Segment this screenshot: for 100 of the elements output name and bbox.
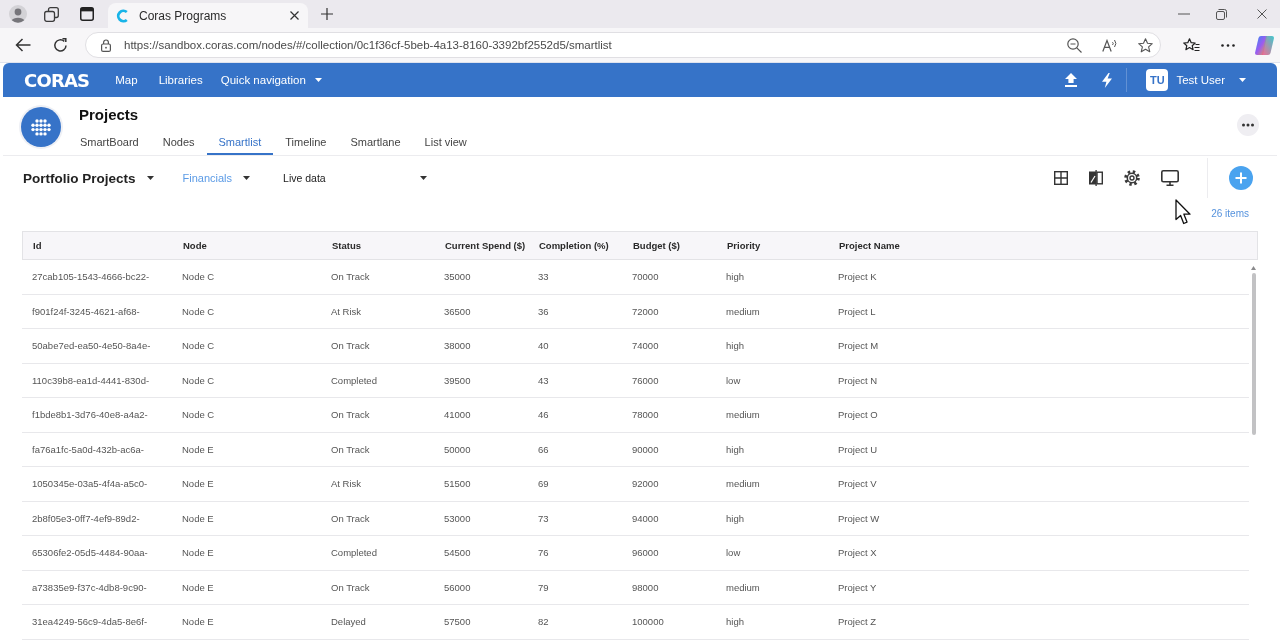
monitor-icon[interactable] — [1161, 170, 1179, 186]
table-cell: high — [726, 443, 744, 455]
table-cell: 94000 — [632, 512, 659, 524]
column-header[interactable]: Current Spend ($) — [445, 240, 526, 251]
table-cell: Project U — [838, 443, 878, 455]
upload-icon[interactable] — [1065, 73, 1078, 87]
table-cell: Project K — [838, 271, 877, 283]
table-cell: 33 — [538, 271, 549, 283]
column-header[interactable]: Budget ($) — [633, 240, 680, 251]
scrollbar-thumb[interactable] — [1252, 273, 1256, 435]
table-cell: On Track — [331, 409, 370, 421]
view-tab[interactable]: Nodes — [150, 131, 207, 155]
column-header[interactable]: Node — [183, 240, 207, 251]
table-cell: 82 — [538, 616, 549, 628]
table-cell: On Track — [331, 581, 370, 593]
table-cell: Project W — [838, 512, 880, 524]
star-list-icon[interactable] — [1183, 37, 1200, 53]
person-silhouette-icon[interactable] — [9, 5, 27, 23]
view-tab[interactable]: Timeline — [273, 131, 339, 155]
table-cell: Node C — [182, 271, 215, 283]
favicon-icon — [116, 8, 128, 23]
table-cell: high — [726, 340, 744, 352]
nav-link[interactable]: Libraries — [158, 74, 203, 86]
table-cell: 76 — [538, 547, 549, 559]
table-cell: Project O — [838, 409, 878, 421]
item-count: 26 items — [1211, 208, 1249, 219]
table-cell: 1050345e-03a5-4f4a-a5c0- — [32, 478, 148, 490]
lock-icon — [101, 38, 111, 52]
nav-link[interactable]: Map — [115, 74, 138, 86]
table-cell: Completed — [331, 547, 377, 559]
table-cell: 79 — [538, 581, 549, 593]
user-avatar[interactable]: TU — [1146, 69, 1169, 91]
table-cell: Node C — [182, 409, 215, 421]
column-header[interactable]: Completion (%) — [539, 240, 609, 251]
data-source-dropdown[interactable]: Live data — [283, 172, 428, 184]
window-panel-icon[interactable] — [80, 7, 94, 21]
browser-tab[interactable]: Coras Programs — [108, 3, 308, 28]
table-cell: Node E — [182, 547, 214, 559]
view-tab[interactable]: List view — [412, 131, 479, 155]
multicolor-logo-icon[interactable] — [1255, 35, 1274, 55]
table-cell: 35000 — [444, 271, 471, 283]
column-header[interactable]: Status — [332, 240, 362, 251]
scroll-up-icon[interactable] — [1251, 266, 1256, 270]
settings-icon[interactable] — [1124, 170, 1140, 186]
close-icon[interactable] — [290, 11, 299, 20]
table-cell: 90000 — [632, 443, 659, 455]
view-tab[interactable]: Smartlist — [206, 131, 274, 155]
table-cell: On Track — [331, 512, 370, 524]
table-cell: 70000 — [632, 271, 659, 283]
view-tab[interactable]: Smartlane — [338, 131, 413, 155]
table-cell: high — [726, 616, 744, 628]
caret-icon[interactable] — [420, 176, 428, 180]
page-title: Projects — [79, 105, 139, 125]
table-cell: 66 — [538, 443, 549, 455]
table-cell: high — [726, 271, 744, 283]
add-icon[interactable] — [1229, 166, 1253, 190]
stacked-squares-icon[interactable] — [44, 6, 59, 22]
column-header[interactable]: Priority — [727, 240, 761, 251]
table-cell: Project L — [838, 305, 876, 317]
column-header[interactable]: Id — [33, 240, 42, 251]
caret-icon[interactable] — [146, 176, 154, 180]
more-icon[interactable] — [1237, 114, 1259, 136]
view-tab[interactable]: SmartBoard — [68, 131, 151, 155]
table-cell: 53000 — [444, 512, 471, 524]
table-cell: f901f24f-3245-4621-af68- — [32, 305, 140, 317]
more-icon[interactable] — [1221, 43, 1235, 47]
refresh-icon[interactable] — [53, 37, 68, 53]
table-cell: 96000 — [632, 547, 659, 559]
view-dropdown[interactable]: Portfolio Projects — [23, 170, 154, 186]
table-cell: 43 — [538, 374, 549, 386]
close-icon[interactable] — [1257, 9, 1267, 19]
zoom-out-icon[interactable] — [1067, 37, 1082, 53]
table-cell: medium — [726, 581, 760, 593]
table-cell: 40 — [538, 340, 549, 352]
grid-icon[interactable] — [1054, 171, 1068, 185]
table-cell: high — [726, 512, 744, 524]
app-logo[interactable]: CORAS — [24, 69, 90, 91]
table-cell: 98000 — [632, 581, 659, 593]
star-icon[interactable] — [1138, 37, 1153, 53]
address-field[interactable]: https://sandbox.coras.com/nodes/#/collection/0c1f36cf-5beb-4a13-8160-3392bf2552d5/smartlist — [85, 32, 1161, 58]
table-cell: Project N — [838, 374, 878, 386]
column-header[interactable]: Project Name — [839, 240, 900, 251]
table-cell: 100000 — [632, 616, 664, 628]
table-cell: 50abe7ed-ea50-4e50-8a4e- — [32, 340, 151, 352]
table-cell: 73 — [538, 512, 549, 524]
table-cell: 57500 — [444, 616, 471, 628]
split-view-icon[interactable] — [1089, 170, 1103, 186]
caret-icon[interactable] — [243, 176, 251, 180]
user-name[interactable]: Test User — [1176, 74, 1225, 86]
read-aloud-icon[interactable] — [1102, 38, 1118, 52]
table-cell: 74000 — [632, 340, 659, 352]
table-cell: Node E — [182, 478, 214, 490]
nav-menu[interactable]: Quick navigation — [220, 74, 322, 86]
plus-icon[interactable] — [321, 8, 333, 20]
table-cell: On Track — [331, 340, 370, 352]
lightning-bolt-icon[interactable] — [1102, 72, 1113, 88]
restore-icon[interactable] — [1216, 8, 1227, 20]
back-icon[interactable] — [15, 38, 31, 52]
table-cell: 50000 — [444, 443, 471, 455]
table-cell: 36 — [538, 305, 549, 317]
